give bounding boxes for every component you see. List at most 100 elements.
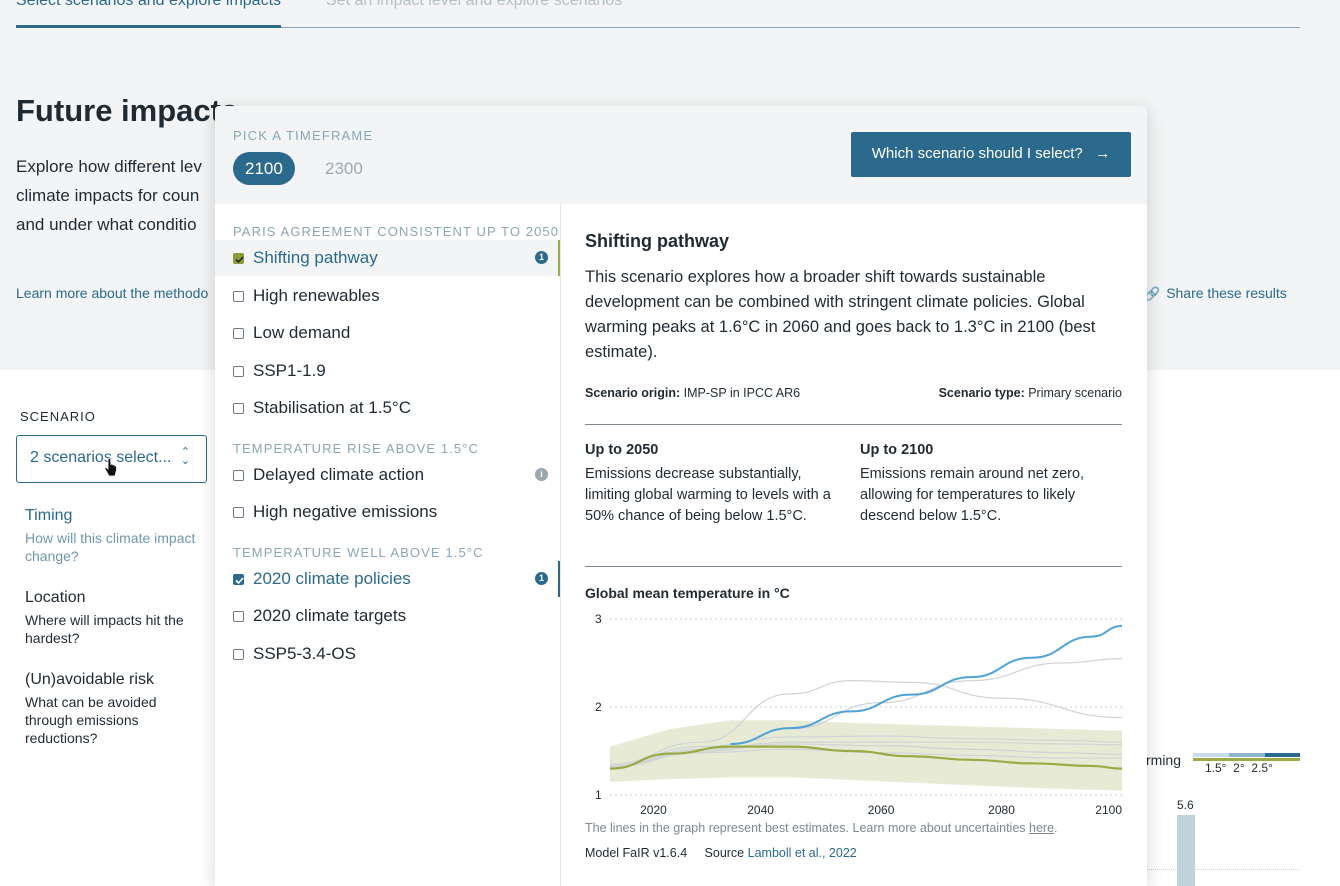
checkbox[interactable]	[233, 366, 244, 377]
scenario-label: SSP1-1.9	[253, 361, 326, 380]
note-text: The lines in the graph represent best es…	[585, 821, 1030, 835]
timeframe-2100-button[interactable]: 2100	[233, 152, 295, 185]
note-suffix: .	[1054, 821, 1058, 835]
nav-item-location[interactable]: Location Where will impacts hit the hard…	[25, 589, 205, 647]
timeframe-2300-button[interactable]: 2300	[313, 152, 375, 185]
scenario-item-delayed-action[interactable]: Delayed climate action i	[215, 457, 560, 493]
which-scenario-button[interactable]: Which scenario should I select? →	[851, 132, 1131, 177]
info-icon[interactable]: i	[535, 468, 548, 481]
info-icon[interactable]: 1	[535, 251, 548, 264]
legend-tick: 2.5°	[1251, 761, 1273, 775]
popup-header: PICK A TIMEFRAME 2100 2300 Which scenari…	[215, 106, 1147, 204]
type-label: Scenario type:	[938, 386, 1025, 400]
period-2050: Up to 2050 Emissions decrease substantia…	[585, 442, 850, 527]
y-tick-label: 3	[595, 612, 602, 626]
legend-swatch	[1193, 753, 1229, 757]
gridline	[1146, 869, 1300, 870]
scenario-item-2020-policies[interactable]: 2020 climate policies 1	[215, 561, 560, 597]
x-tick-label: 2060	[868, 803, 895, 814]
hand-cursor-icon	[104, 458, 117, 477]
divider	[585, 424, 1122, 425]
side-nav: Timing How will this climate impact chan…	[25, 507, 205, 771]
nav-item-unavoidable-risk[interactable]: (Un)avoidable risk What can be avoided t…	[25, 671, 205, 747]
legend-ticks: 1.5° 2° 2.5°	[1205, 761, 1273, 775]
intro-line: and under what conditio	[16, 215, 197, 234]
scenario-item-high-renewables[interactable]: High renewables	[215, 278, 560, 314]
period-title: Up to 2050	[585, 442, 659, 458]
info-icon[interactable]: 1	[535, 572, 548, 585]
scenario-item-stabilisation[interactable]: Stabilisation at 1.5°C	[215, 390, 560, 426]
legend-swatch	[1265, 753, 1300, 757]
scenario-label: Stabilisation at 1.5°C	[253, 398, 411, 417]
nav-item-title: (Un)avoidable risk	[25, 671, 154, 688]
checkbox[interactable]	[233, 470, 244, 481]
scenario-origin: Scenario origin: IMP-SP in IPCC AR6	[585, 386, 800, 400]
timeframe-label: PICK A TIMEFRAME	[233, 128, 374, 143]
period-text: Emissions remain around net zero, allowi…	[860, 466, 1085, 524]
intro-line: climate impacts for coun	[16, 186, 200, 205]
nav-item-subtitle: What can be avoided through emissions re…	[25, 694, 157, 746]
detail-description: This scenario explores how a broader shi…	[585, 268, 1096, 361]
detail-title: Shifting pathway	[585, 231, 729, 251]
x-tick-label: 2020	[640, 803, 667, 814]
scenario-label: Shifting pathway	[253, 248, 378, 267]
scenario-item-ssp1-1-9[interactable]: SSP1-1.9	[215, 353, 560, 389]
scenario-item-high-negative-emissions[interactable]: High negative emissions	[215, 494, 560, 530]
tab-set-impact-level[interactable]: Set an impact level and explore scenario…	[326, 0, 622, 10]
uncertainties-link[interactable]: here	[1029, 821, 1054, 835]
source-link[interactable]: Lamboll et al., 2022	[748, 846, 857, 860]
scenario-label: Low demand	[253, 323, 351, 342]
scenario-select-value: 2 scenarios select...	[30, 449, 172, 466]
origin-value: IMP-SP in IPCC AR6	[683, 386, 801, 400]
share-label: Share these results	[1166, 285, 1287, 301]
scenario-label: Delayed climate action	[253, 465, 425, 484]
checkbox[interactable]	[233, 253, 244, 264]
checkbox[interactable]	[233, 291, 244, 302]
scenario-item-shifting-pathway[interactable]: Shifting pathway 1	[215, 240, 560, 276]
nav-item-title: Location	[25, 589, 86, 606]
tab-select-scenarios[interactable]: Select scenarios and explore impacts	[16, 0, 282, 28]
learn-methodology-link[interactable]: Learn more about the methodo	[16, 285, 208, 301]
checkbox[interactable]	[233, 328, 244, 339]
share-results-link[interactable]: 🔗 Share these results	[1144, 285, 1287, 302]
scenario-item-low-demand[interactable]: Low demand	[215, 315, 560, 351]
scenario-label: SCENARIO	[20, 409, 96, 424]
y-tick-label: 1	[595, 788, 602, 802]
scenario-label: High renewables	[253, 286, 380, 305]
page-title: Future impacts	[16, 93, 239, 128]
period-2100: Up to 2100 Emissions remain around net z…	[860, 442, 1125, 527]
x-tick-label: 2100	[1095, 803, 1122, 814]
period-title: Up to 2100	[860, 442, 934, 458]
checkbox[interactable]	[233, 574, 244, 585]
legend-tick: 2°	[1233, 761, 1245, 775]
checkbox[interactable]	[233, 649, 244, 660]
scenario-label: 2020 climate policies	[253, 569, 411, 588]
divider	[585, 566, 1122, 567]
scenario-label: High negative emissions	[253, 502, 438, 521]
type-value: Primary scenario	[1028, 386, 1122, 400]
impact-bar	[1177, 815, 1195, 886]
y-tick-label: 2	[595, 700, 602, 714]
source-label: Source	[704, 846, 745, 860]
page-intro: Explore how different lev climate impact…	[16, 152, 246, 239]
series-line-other	[790, 658, 1122, 730]
warming-legend-label: rming	[1146, 752, 1182, 768]
chart-note: The lines in the graph represent best es…	[585, 821, 1058, 835]
scenario-label: 2020 climate targets	[253, 606, 407, 625]
tab-bar: Select scenarios and explore impacts Set…	[16, 0, 1300, 28]
bar-value-label: 5.6	[1177, 798, 1194, 812]
nav-item-title: Timing	[25, 507, 73, 524]
checkbox[interactable]	[233, 403, 244, 414]
scenario-picker-popup: PICK A TIMEFRAME 2100 2300 Which scenari…	[215, 106, 1147, 886]
nav-item-timing[interactable]: Timing How will this climate impact chan…	[25, 507, 205, 565]
model-label: Model	[585, 846, 620, 860]
chart-source: Model FaIR v1.6.4 Source Lamboll et al.,…	[585, 846, 857, 860]
checkbox[interactable]	[233, 611, 244, 622]
nav-item-subtitle: How will this climate impact change?	[25, 530, 196, 564]
intro-line: Explore how different lev	[16, 157, 202, 176]
scenario-item-2020-targets[interactable]: 2020 climate targets	[215, 598, 560, 634]
scenario-item-ssp5-3-4-os[interactable]: SSP5-3.4-OS	[215, 636, 560, 672]
checkbox[interactable]	[233, 507, 244, 518]
group-label-paris: PARIS AGREEMENT CONSISTENT UP TO 2050	[233, 224, 560, 239]
origin-label: Scenario origin:	[585, 386, 681, 400]
